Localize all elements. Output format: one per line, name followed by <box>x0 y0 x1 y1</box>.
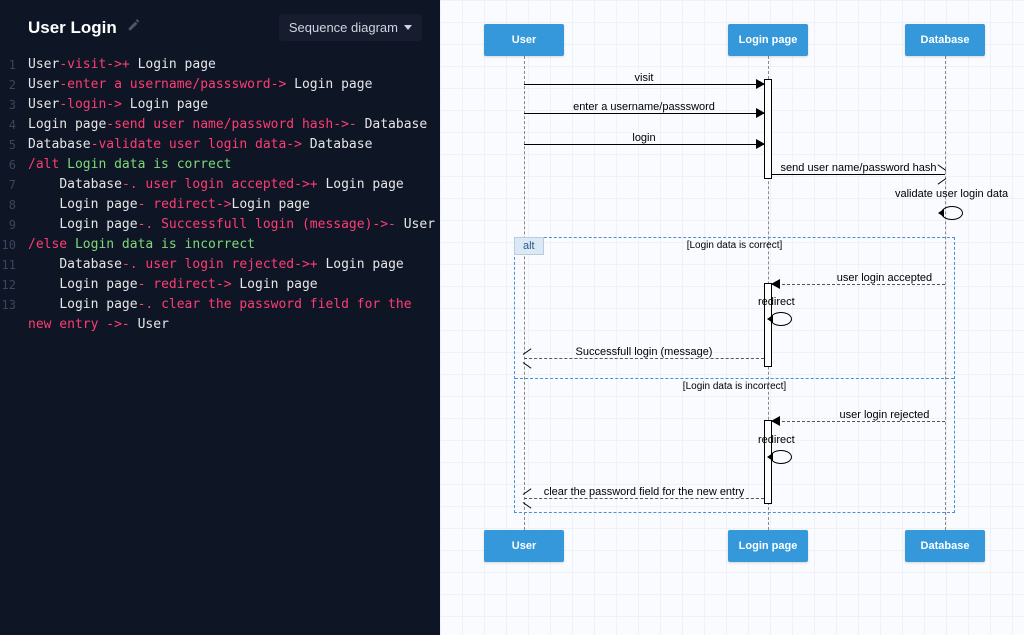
msg-send-hash[interactable]: send user name/password hash <box>772 166 945 182</box>
line-content: Login page- redirect->Login page <box>28 195 310 215</box>
line-number: 10 <box>0 235 28 255</box>
code-line[interactable]: 12 Login page- redirect-> Login page <box>0 275 440 295</box>
line-number: 8 <box>0 195 28 215</box>
line-number: 4 <box>0 115 28 135</box>
code-line[interactable]: 5Database-validate user login data-> Dat… <box>0 135 440 155</box>
actor-database-top[interactable]: Database <box>905 24 985 56</box>
line-content: User-enter a username/passsword-> Login … <box>28 75 372 95</box>
title-row: User Login <box>28 18 141 38</box>
code-line[interactable]: 13 Login page-. clear the password field… <box>0 295 440 335</box>
line-number: 1 <box>0 55 28 75</box>
line-number: 3 <box>0 95 28 115</box>
code-editor[interactable]: 1User-visit->+ Login page2User-enter a u… <box>0 51 440 635</box>
line-number: 2 <box>0 75 28 95</box>
msg-clear-password[interactable]: clear the password field for the new ent… <box>524 490 764 506</box>
alt-separator: [Login data is incorrect] <box>515 378 954 379</box>
code-line[interactable]: 3User-login-> Login page <box>0 95 440 115</box>
code-line[interactable]: 8 Login page- redirect->Login page <box>0 195 440 215</box>
line-number: 13 <box>0 295 28 335</box>
line-content: Login page-send user name/password hash-… <box>28 115 427 135</box>
actor-user-top[interactable]: User <box>484 24 564 56</box>
diagram-type-label: Sequence diagram <box>289 20 398 35</box>
chevron-down-icon <box>404 25 412 30</box>
line-content: Login page- redirect-> Login page <box>28 275 318 295</box>
editor-header: User Login Sequence diagram <box>0 0 440 51</box>
line-number: 5 <box>0 135 28 155</box>
code-line[interactable]: 7 Database-. user login accepted->+ Logi… <box>0 175 440 195</box>
line-content: User-login-> Login page <box>28 95 208 115</box>
line-number: 11 <box>0 255 28 275</box>
line-content: Login page-. Successfull login (message)… <box>28 215 435 235</box>
actor-loginpage-top[interactable]: Login page <box>728 24 808 56</box>
code-line[interactable]: 2User-enter a username/passsword-> Login… <box>0 75 440 95</box>
line-number: 6 <box>0 155 28 175</box>
code-line[interactable]: 1User-visit->+ Login page <box>0 55 440 75</box>
code-line[interactable]: 9 Login page-. Successfull login (messag… <box>0 215 440 235</box>
actor-database-bottom[interactable]: Database <box>905 530 985 562</box>
msg-login-accepted[interactable]: user login accepted <box>772 276 945 292</box>
line-content: /else Login data is incorrect <box>28 235 255 255</box>
line-content: Database-. user login rejected->+ Login … <box>28 255 404 275</box>
alt-condition-else: [Login data is incorrect] <box>683 381 786 392</box>
line-number: 9 <box>0 215 28 235</box>
line-content: Database-. user login accepted->+ Login … <box>28 175 404 195</box>
code-line[interactable]: 6/alt Login data is correct <box>0 155 440 175</box>
code-line[interactable]: 11 Database-. user login rejected->+ Log… <box>0 255 440 275</box>
diagram-title: User Login <box>28 18 117 38</box>
diagram-canvas[interactable]: User Login page Database User Login page… <box>440 0 1024 635</box>
line-number: 12 <box>0 275 28 295</box>
line-content: Login page-. clear the password field fo… <box>28 295 440 335</box>
edit-title-icon[interactable] <box>127 18 141 37</box>
line-content: /alt Login data is correct <box>28 155 232 175</box>
editor-panel: User Login Sequence diagram 1User-visit-… <box>0 0 440 635</box>
alt-tag: alt <box>514 237 544 255</box>
actor-loginpage-bottom[interactable]: Login page <box>728 530 808 562</box>
actor-user-bottom[interactable]: User <box>484 530 564 562</box>
msg-success-login[interactable]: Successfull login (message) <box>524 350 764 366</box>
line-number: 7 <box>0 175 28 195</box>
alt-condition-if: [Login data is correct] <box>687 240 783 251</box>
msg-login[interactable]: login <box>524 136 764 152</box>
diagram-type-dropdown[interactable]: Sequence diagram <box>279 14 422 41</box>
code-line[interactable]: 10/else Login data is incorrect <box>0 235 440 255</box>
line-content: User-visit->+ Login page <box>28 55 216 75</box>
activation-loginpage-1 <box>764 79 772 179</box>
msg-visit[interactable]: visit <box>524 76 764 92</box>
line-content: Database-validate user login data-> Data… <box>28 135 372 155</box>
code-line[interactable]: 4Login page-send user name/password hash… <box>0 115 440 135</box>
msg-login-rejected[interactable]: user login rejected <box>772 413 945 429</box>
msg-enter-credentials[interactable]: enter a username/passsword <box>524 105 764 121</box>
